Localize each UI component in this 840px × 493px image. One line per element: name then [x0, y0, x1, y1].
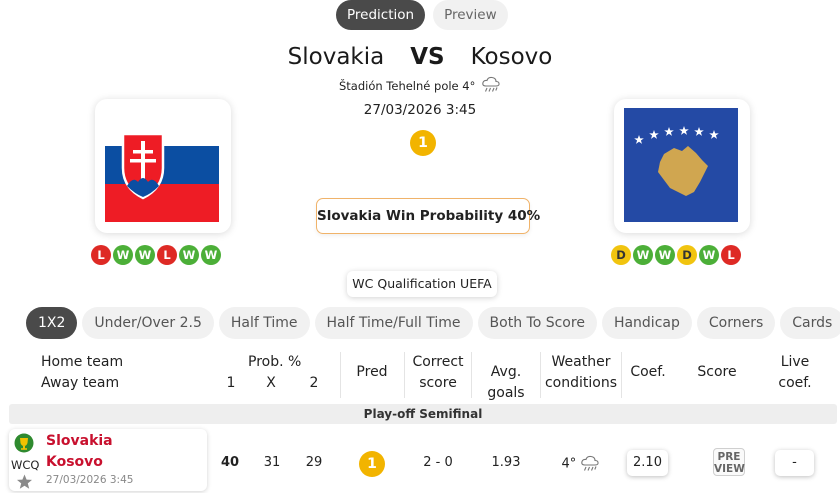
header-live-coef-line2: coef. [778, 375, 812, 391]
tab-half-time-full-time[interactable]: Half Time/Full Time [314, 307, 473, 339]
row-live-coef-button[interactable]: - [775, 450, 814, 476]
home-form: L W W L W W [91, 245, 221, 265]
away-team-name[interactable]: Kosovo [471, 44, 553, 70]
rain-cloud-icon [481, 76, 501, 97]
prediction-badge: 1 [410, 130, 436, 156]
row-weather-temp: 4° [561, 456, 577, 472]
header-prob-2: 2 [309, 375, 319, 391]
form-badge: W [179, 245, 199, 265]
header-weather-line2: conditions [544, 375, 618, 391]
header-weather-line1: Weather [551, 354, 611, 370]
form-badge: W [113, 245, 133, 265]
header-prob-x: X [266, 375, 276, 391]
header-avg-goals: Avg. goals [487, 364, 525, 401]
home-team-name[interactable]: Slovakia [288, 44, 385, 70]
row-prob-1: 40 [220, 455, 240, 470]
away-form: D W W D W L [611, 245, 741, 265]
market-tabs: 1X2 Under/Over 2.5 Half Time Half Time/F… [26, 307, 840, 339]
competition-badge[interactable]: WC Qualification UEFA [347, 271, 497, 297]
tab-corners[interactable]: Corners [696, 307, 776, 339]
preview-icon[interactable]: PRE VIEW [713, 448, 745, 476]
row-weather: 4° [555, 455, 607, 473]
form-badge: W [135, 245, 155, 265]
header-correct-score-line1: Correct [412, 354, 464, 370]
preview-label-line1: PRE [717, 451, 741, 463]
form-badge: W [655, 245, 675, 265]
row-prediction-badge: 1 [359, 451, 385, 477]
section-title: Play-off Semifinal [9, 404, 837, 424]
tab-half-time[interactable]: Half Time [218, 307, 310, 339]
row-avg-goals: 1.93 [491, 455, 521, 470]
row-coef-button[interactable]: 2.10 [627, 450, 668, 476]
header-away-team: Away team [41, 375, 120, 391]
header-coef: Coef. [630, 364, 666, 380]
away-team-flag-card[interactable] [614, 99, 750, 233]
form-badge: W [699, 245, 719, 265]
form-badge: D [611, 245, 631, 265]
tab-preview[interactable]: Preview [433, 0, 508, 30]
slovakia-flag-icon [105, 108, 219, 222]
tab-1x2[interactable]: 1X2 [26, 307, 78, 339]
form-badge: L [157, 245, 177, 265]
tab-handicap[interactable]: Handicap [601, 307, 692, 339]
competition-code: WCQ [11, 458, 40, 472]
row-prob-x: 31 [263, 455, 281, 470]
form-badge: L [91, 245, 111, 265]
trophy-icon [14, 433, 34, 457]
kosovo-flag-icon [624, 108, 738, 222]
home-team-flag-card[interactable] [95, 99, 231, 233]
form-badge: W [633, 245, 653, 265]
star-icon[interactable] [16, 474, 33, 493]
column-divider [340, 352, 341, 398]
tab-prediction[interactable]: Prediction [336, 0, 426, 30]
top-tabs: Prediction Preview [336, 0, 508, 30]
header-score: Score [697, 364, 737, 380]
header-prob: Prob. % [248, 354, 302, 370]
row-correct-score: 2 - 0 [423, 455, 453, 470]
venue-info: Štadión Tehelné pole 4° [0, 76, 840, 97]
vs-label: VS [410, 44, 445, 70]
venue-label: Štadión Tehelné pole 4° [338, 79, 476, 93]
form-badge: W [201, 245, 221, 265]
tab-both-to-score[interactable]: Both To Score [477, 307, 597, 339]
header-live-coef-line1: Live [780, 354, 810, 370]
tab-cards[interactable]: Cards [780, 307, 840, 339]
preview-label-line2: VIEW [714, 463, 745, 475]
header-correct-score-line2: score [419, 375, 457, 391]
tab-under-over[interactable]: Under/Over 2.5 [82, 307, 214, 339]
match-title: Slovakia VS Kosovo [0, 44, 840, 70]
form-badge: D [677, 245, 697, 265]
rain-cloud-icon [580, 455, 600, 472]
header-home-team: Home team [41, 354, 124, 370]
row-away-team[interactable]: Kosovo [46, 454, 103, 470]
form-badge: L [721, 245, 741, 265]
header-prob-1: 1 [226, 375, 236, 391]
win-probability-box: Slovakia Win Probability 40% [316, 198, 540, 234]
header-pred: Pred [356, 364, 388, 380]
row-date: 27/03/2026 3:45 [46, 474, 134, 486]
row-prob-2: 29 [305, 455, 323, 470]
row-home-team[interactable]: Slovakia [46, 433, 113, 449]
